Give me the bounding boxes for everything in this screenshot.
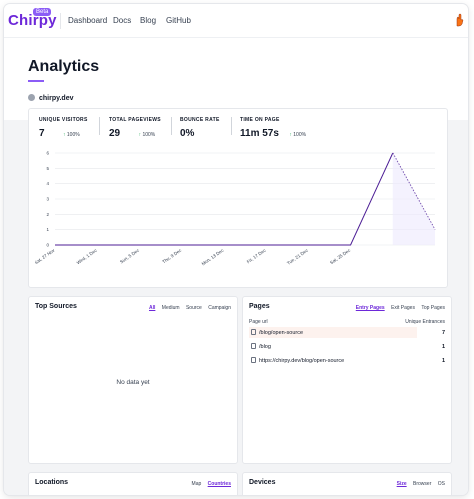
stat-change-value: 100% (293, 132, 307, 138)
y-tick-label: 2 (46, 212, 49, 217)
page-url[interactable]: /blog/open-source (259, 330, 303, 336)
card-title: Top Sources (35, 303, 77, 310)
tab-browser[interactable]: Browser (413, 481, 431, 487)
stat-label: UNIQUE VISITORS (39, 117, 88, 123)
page-icon (251, 343, 256, 349)
table-row[interactable]: /blog/open-source 7 (249, 327, 447, 338)
locations-card: Locations Map Countries (28, 472, 238, 495)
x-tick-label: Mon, 13 Dec (201, 247, 225, 266)
site-favicon-icon (28, 94, 35, 101)
beta-badge: Beta (33, 8, 52, 16)
main-content: Analytics chirpy.dev UNIQUE VISITORS 7 ↑… (4, 38, 468, 495)
y-tick-label: 6 (46, 151, 49, 156)
pages-card: Pages Entry Pages Exit Pages Top Pages P… (242, 296, 452, 464)
nav-dashboard[interactable]: Dashboard (68, 16, 107, 25)
y-tick-label: 5 (46, 166, 49, 171)
stat-divider (231, 117, 232, 135)
stat-time-on-page: TIME ON PAGE 11m 57s ↑ 100% (240, 117, 306, 141)
up-arrow-icon: ↑ (289, 132, 292, 138)
tab-size[interactable]: Size (397, 481, 407, 487)
x-tick-label: Tue, 21 Dec (286, 247, 309, 265)
y-tick-label: 4 (46, 181, 49, 186)
nav-docs[interactable]: Docs (113, 16, 131, 25)
tab-all[interactable]: All (149, 305, 155, 311)
top-sources-tabs: All Medium Source Campaign (144, 305, 231, 311)
stat-value: 29 (109, 128, 121, 139)
devices-card: Devices Size Browser OS (242, 472, 452, 495)
visitors-line-chart: 0 1 2 3 4 5 6 Sat, 27 Nov Wed, 1 Dec Sun, 5 Dec Th… (35, 151, 436, 266)
x-tick-label: Sat, 27 Nov (35, 247, 56, 265)
up-arrow-icon: ↑ (63, 132, 66, 138)
user-avatar-icon[interactable] (454, 13, 464, 27)
tab-entry-pages[interactable]: Entry Pages (356, 305, 385, 311)
nav-divider (60, 13, 61, 29)
stat-change: ↑ 100% (63, 132, 80, 138)
x-tick-label: Fri, 17 Dec (246, 247, 268, 264)
stat-bounce-rate: BOUNCE RATE 0% (180, 117, 220, 141)
tab-source[interactable]: Source (186, 305, 202, 311)
tab-exit-pages[interactable]: Exit Pages (391, 305, 415, 311)
top-sources-card: Top Sources All Medium Source Campaign N… (28, 296, 238, 464)
stat-total-pageviews: TOTAL PAGEVIEWS 29 ↑ 100% (109, 117, 161, 141)
stat-change: ↑ 100% (139, 132, 156, 138)
tab-map[interactable]: Map (192, 481, 202, 487)
tab-os[interactable]: OS (438, 481, 445, 487)
y-tick-label: 0 (46, 243, 49, 248)
link-icon (251, 357, 256, 363)
stat-unique-visitors: UNIQUE VISITORS 7 ↑ 100% (39, 117, 88, 141)
row-value: 1 (441, 358, 445, 364)
tab-top-pages[interactable]: Top Pages (421, 305, 445, 311)
x-tick-label: Thu, 9 Dec (161, 247, 183, 264)
stat-change: ↑ 100% (289, 132, 306, 138)
tab-countries[interactable]: Countries (208, 481, 231, 487)
card-title: Devices (249, 479, 276, 486)
x-tick-label: Sat, 25 Dec (329, 247, 352, 265)
page-url[interactable]: https://chirpy.dev/blog/open-source (259, 358, 344, 364)
title-underline (28, 80, 44, 82)
card-title: Locations (35, 479, 69, 486)
empty-state: No data yet (116, 379, 150, 386)
tab-medium[interactable]: Medium (162, 305, 180, 311)
x-tick-label: Wed, 1 Dec (76, 247, 99, 265)
row-value: 7 (441, 330, 445, 336)
row-value: 1 (441, 344, 445, 350)
y-tick-label: 3 (46, 197, 49, 202)
stats-chart-card: UNIQUE VISITORS 7 ↑ 100% TOTAL PAGEVIEWS… (28, 108, 448, 288)
stat-change-value: 100% (142, 132, 156, 138)
up-arrow-icon: ↑ (138, 132, 142, 138)
stat-divider (171, 117, 172, 135)
stat-value: 7 (39, 128, 45, 139)
page-title: Analytics (28, 58, 100, 75)
top-navigation-bar: Chirpy Beta Dashboard Docs Blog GitHub (4, 4, 468, 38)
stat-value: 11m 57s (240, 128, 279, 139)
table-row[interactable]: https://chirpy.dev/blog/open-source 1 (249, 355, 447, 366)
card-title: Pages (249, 303, 270, 310)
column-header-entrances: Unique Entrances (405, 319, 445, 325)
site-name[interactable]: chirpy.dev (39, 95, 74, 102)
stat-label: TOTAL PAGEVIEWS (109, 117, 161, 123)
x-tick-label: Sun, 5 Dec (119, 247, 141, 264)
y-tick-label: 1 (46, 227, 49, 232)
nav-github[interactable]: GitHub (166, 16, 191, 25)
stat-divider (99, 117, 100, 135)
app-window: Chirpy Beta Dashboard Docs Blog GitHub A… (4, 4, 468, 495)
devices-tabs: Size Browser OS (392, 481, 445, 487)
column-header-url: Page url (249, 319, 268, 325)
stat-value: 0% (180, 128, 195, 139)
tab-campaign[interactable]: Campaign (208, 305, 231, 311)
stat-change-value: 100% (66, 132, 80, 138)
pages-tabs: Entry Pages Exit Pages Top Pages (351, 305, 445, 311)
page-url[interactable]: /blog (259, 344, 271, 350)
table-row[interactable]: /blog 1 (249, 341, 447, 352)
nav-blog[interactable]: Blog (140, 16, 156, 25)
stat-label: BOUNCE RATE (180, 117, 220, 123)
page-icon (251, 329, 256, 335)
stat-label: TIME ON PAGE (240, 117, 280, 123)
locations-tabs: Map Countries (187, 481, 231, 487)
